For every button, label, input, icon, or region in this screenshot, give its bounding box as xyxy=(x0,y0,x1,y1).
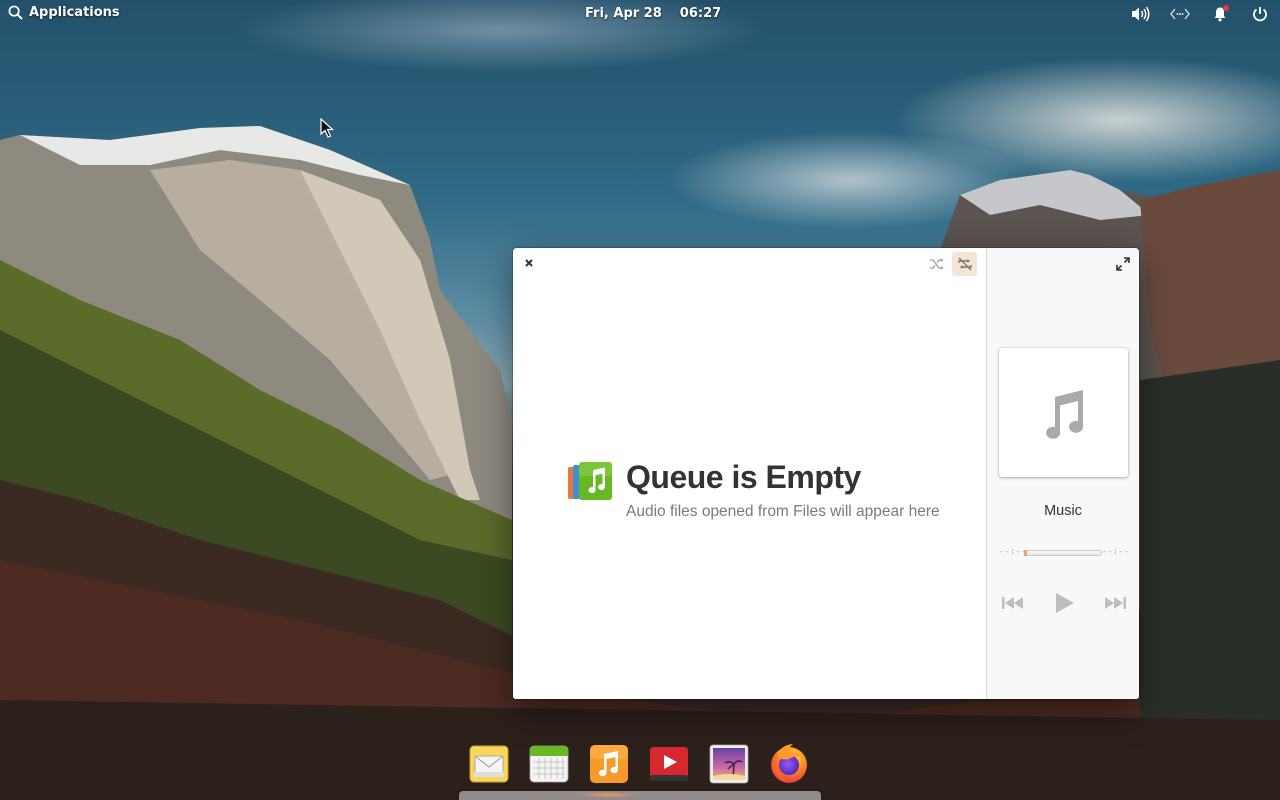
album-art xyxy=(999,348,1128,477)
volume-icon xyxy=(1132,6,1150,22)
network-indicator[interactable] xyxy=(1170,5,1190,23)
running-indicator xyxy=(577,792,639,798)
datetime-indicator[interactable]: Fri, Apr 28 06:27 xyxy=(585,6,721,21)
queue-pane: Queue is Empty Audio files opened from F… xyxy=(513,248,986,699)
seek-handle[interactable] xyxy=(1024,550,1027,556)
top-panel: Applications Fri, Apr 28 06:27 xyxy=(0,0,1280,28)
music-note-icon xyxy=(1045,389,1083,439)
repeat-off-icon xyxy=(957,257,972,271)
power-indicator[interactable] xyxy=(1250,5,1270,23)
elapsed-time: --:-- xyxy=(999,547,1027,557)
dock-item-calendar[interactable] xyxy=(529,744,569,784)
power-icon xyxy=(1253,7,1267,22)
next-icon xyxy=(1105,597,1126,609)
fullscreen-icon[interactable] xyxy=(1115,256,1131,272)
remaining-time: --:-- xyxy=(1101,547,1129,557)
empty-queue-placeholder: Queue is Empty Audio files opened from F… xyxy=(566,459,940,521)
repeat-button[interactable] xyxy=(952,252,977,276)
play-icon xyxy=(1056,593,1074,613)
videos-app-icon xyxy=(650,747,688,781)
previous-icon xyxy=(1002,597,1023,609)
empty-queue-text: Queue is Empty Audio files opened from F… xyxy=(626,459,940,521)
dock-item-music[interactable] xyxy=(589,744,629,784)
firefox-app-icon xyxy=(771,744,807,783)
date-label: Fri, Apr 28 xyxy=(585,6,662,21)
play-button[interactable] xyxy=(1050,591,1078,615)
close-icon[interactable] xyxy=(522,256,536,270)
track-title: Music xyxy=(1044,503,1082,519)
notification-badge xyxy=(1223,5,1229,11)
next-button[interactable] xyxy=(1101,591,1129,615)
network-icon xyxy=(1170,8,1190,20)
applications-label: Applications xyxy=(29,5,120,20)
shuffle-icon[interactable] xyxy=(928,255,946,273)
now-playing-pane: Music --:-- --:-- xyxy=(986,248,1139,699)
empty-queue-title: Queue is Empty xyxy=(626,459,861,495)
search-icon xyxy=(8,5,23,20)
indicator-area xyxy=(1130,5,1270,23)
dock-item-videos[interactable] xyxy=(649,744,689,784)
music-app-icon xyxy=(590,745,628,783)
time-label: 06:27 xyxy=(679,6,722,21)
dock-shelf xyxy=(459,791,821,800)
music-window: Queue is Empty Audio files opened from F… xyxy=(513,248,1139,699)
dock xyxy=(469,744,809,784)
mouse-cursor-icon xyxy=(320,118,334,138)
music-app-icon xyxy=(568,462,612,500)
mail-app-icon xyxy=(469,745,509,783)
calendar-app-icon xyxy=(529,745,569,783)
empty-queue-subtitle: Audio files opened from Files will appea… xyxy=(626,503,940,520)
dock-item-firefox[interactable] xyxy=(769,744,809,784)
previous-button[interactable] xyxy=(999,591,1027,615)
playback-controls xyxy=(999,591,1129,615)
notifications-indicator[interactable] xyxy=(1210,5,1230,23)
dock-item-photos[interactable] xyxy=(709,744,749,784)
dock-item-mail[interactable] xyxy=(469,744,509,784)
photos-app-icon xyxy=(709,744,749,784)
applications-menu-button[interactable]: Applications xyxy=(8,5,120,20)
seek-row: --:-- --:-- xyxy=(999,547,1129,559)
volume-indicator[interactable] xyxy=(1130,5,1150,23)
seek-bar[interactable] xyxy=(1024,550,1102,556)
